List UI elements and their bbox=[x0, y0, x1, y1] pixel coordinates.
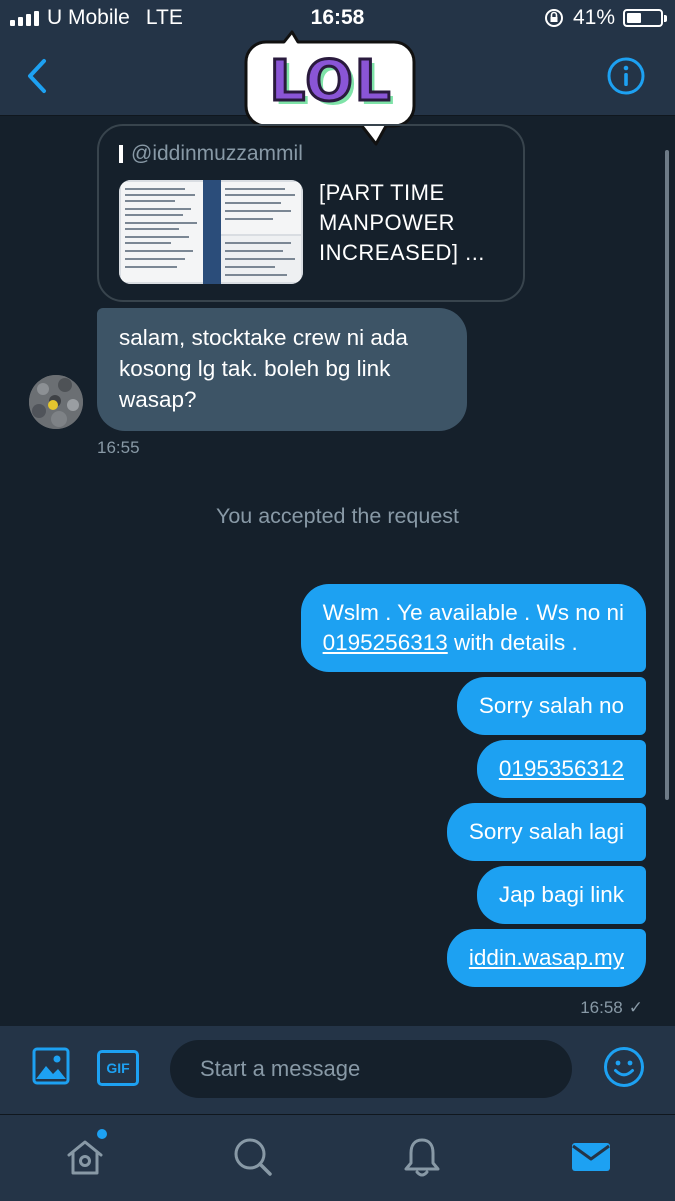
gif-button[interactable]: GIF bbox=[97, 1050, 139, 1086]
url-link[interactable]: iddin.wasap.my bbox=[469, 945, 624, 970]
system-message: You accepted the request bbox=[215, 504, 460, 528]
battery-icon bbox=[623, 9, 667, 27]
outgoing-message[interactable]: 0195356312 bbox=[476, 740, 646, 798]
message-text: Sorry salah lagi bbox=[468, 819, 624, 844]
tab-messages[interactable] bbox=[569, 1135, 613, 1179]
phone-link[interactable]: 0195356312 bbox=[499, 756, 624, 781]
read-receipt-icon: ✓ bbox=[628, 998, 643, 1017]
image-icon[interactable] bbox=[32, 1047, 70, 1085]
incoming-message[interactable]: salam, stocktake crew ni ada kosong lg t… bbox=[97, 308, 467, 431]
avatar[interactable] bbox=[29, 375, 83, 429]
sticker-text: LOL bbox=[268, 48, 393, 115]
tab-notifications[interactable] bbox=[400, 1135, 444, 1179]
message-text: Jap bagi link bbox=[498, 882, 624, 907]
quoted-tweet-handle: @iddinmuzzammil bbox=[131, 142, 303, 165]
status-right: 41% bbox=[543, 6, 667, 30]
message-text: with details . bbox=[447, 630, 578, 655]
quoted-tweet-text: [PART TIME MANPOWER INCREASED] ... bbox=[319, 180, 485, 265]
avatar-image bbox=[29, 375, 83, 429]
outgoing-timestamp-row: 16:58 ✓ bbox=[580, 998, 643, 1018]
notification-dot bbox=[97, 1129, 107, 1139]
outgoing-message[interactable]: iddin.wasap.my bbox=[446, 929, 646, 987]
quoted-tweet-card[interactable]: @iddinmuzzammil [PART TIME MANPOWER INCR… bbox=[97, 124, 525, 302]
outgoing-message[interactable]: Sorry salah no bbox=[456, 677, 646, 735]
thumbnail-image bbox=[119, 180, 303, 284]
outgoing-timestamp: 16:58 bbox=[580, 998, 623, 1017]
info-icon[interactable] bbox=[607, 57, 645, 95]
message-text: Sorry salah no bbox=[478, 693, 624, 718]
message-composer: GIF bbox=[0, 1026, 675, 1114]
mail-icon bbox=[572, 1143, 610, 1171]
message-input[interactable] bbox=[170, 1040, 572, 1098]
quoted-tweet-thumbnail bbox=[119, 180, 303, 284]
phone-link[interactable]: 0195256313 bbox=[323, 630, 448, 655]
outgoing-message[interactable]: Wslm . Ye available . Ws no ni 019525631… bbox=[300, 584, 646, 672]
incoming-timestamp: 16:55 bbox=[97, 438, 140, 457]
outgoing-message[interactable]: Jap bagi link bbox=[476, 866, 646, 924]
tab-bar bbox=[0, 1114, 675, 1201]
scrollbar[interactable] bbox=[665, 150, 669, 800]
rotation-lock-icon bbox=[544, 9, 563, 27]
outgoing-message[interactable]: Sorry salah lagi bbox=[446, 803, 646, 861]
battery-percent: 41% bbox=[572, 6, 615, 29]
tab-search[interactable] bbox=[231, 1135, 275, 1179]
bell-icon bbox=[404, 1138, 440, 1177]
chevron-left-icon[interactable] bbox=[22, 56, 52, 96]
home-icon bbox=[67, 1140, 103, 1175]
search-icon bbox=[234, 1138, 272, 1176]
quote-marker bbox=[119, 145, 123, 163]
quoted-tweet-handle-row: @iddinmuzzammil bbox=[119, 142, 303, 166]
emoji-icon[interactable] bbox=[603, 1046, 645, 1088]
tab-home[interactable] bbox=[63, 1129, 107, 1179]
message-text: Wslm . Ye available . Ws no ni bbox=[322, 600, 624, 625]
